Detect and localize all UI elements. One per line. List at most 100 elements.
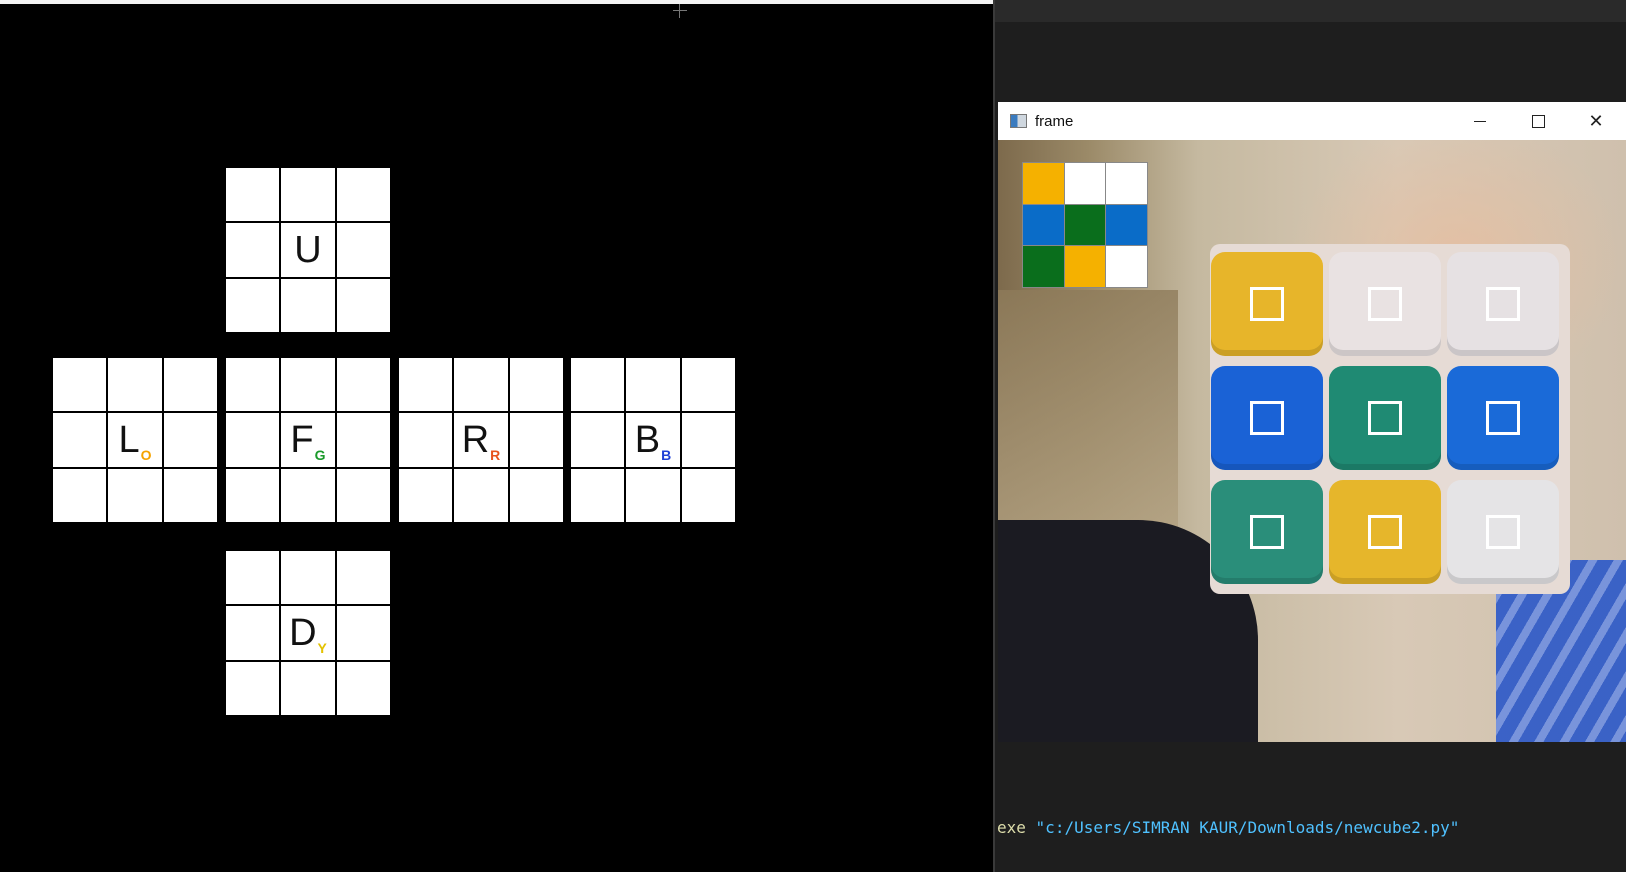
facelet (399, 468, 453, 522)
facelet (226, 223, 280, 277)
detection-marker (1250, 287, 1284, 321)
facelet (281, 358, 335, 412)
facelet: DY (281, 606, 335, 660)
facelet (399, 358, 453, 412)
app-icon (1010, 114, 1027, 128)
facelet (336, 661, 390, 715)
facelet: FG (281, 413, 335, 467)
detected-color-cell (1023, 204, 1064, 246)
facelet (571, 358, 625, 412)
detected-color-cell (1064, 163, 1106, 204)
facelet (281, 278, 335, 332)
facelet (226, 468, 280, 522)
face-color-letter: B (661, 446, 672, 463)
detected-color-cell (1064, 246, 1106, 287)
face-f: FG (226, 358, 390, 522)
facelet: BB (626, 413, 680, 467)
face-label: U (294, 231, 321, 269)
detected-color-cell (1064, 204, 1106, 246)
facelet (571, 413, 625, 467)
facelet (226, 606, 280, 660)
window-title: frame (1035, 112, 1074, 130)
editor-tab-bar (995, 0, 1626, 22)
facelet (336, 468, 390, 522)
maximize-icon (1531, 114, 1545, 128)
facelet (53, 358, 107, 412)
facelet (163, 358, 217, 412)
facelet (336, 413, 390, 467)
facelet: LO (108, 413, 162, 467)
cube-sticker (1447, 252, 1559, 356)
facelet (281, 661, 335, 715)
face-label: BB (634, 418, 672, 463)
facelet (399, 413, 453, 467)
facelet (681, 413, 735, 467)
cube-sticker (1211, 366, 1323, 470)
face-color-letter: O (140, 446, 152, 463)
facelet (681, 468, 735, 522)
face-d: DY (226, 551, 390, 715)
cube-sticker (1211, 252, 1323, 356)
face-letter: L (118, 418, 140, 461)
facelet: RR (454, 413, 508, 467)
facelet (108, 358, 162, 412)
frame-titlebar[interactable]: frame ✕ (998, 102, 1626, 140)
detected-color-cell (1106, 204, 1147, 246)
frame-window: frame ✕ (998, 102, 1626, 742)
cube-sticker (1447, 480, 1559, 584)
cube-sticker (1447, 366, 1559, 470)
face-letter: U (294, 228, 322, 271)
facelet (336, 223, 390, 277)
facelet (509, 358, 563, 412)
detection-marker (1250, 401, 1284, 435)
facelet (336, 606, 390, 660)
cube-sticker (1329, 366, 1441, 470)
face-letter: D (289, 611, 317, 654)
maximize-button[interactable] (1518, 106, 1558, 136)
facelet (53, 468, 107, 522)
terminal-script-path: "c:/Users/SIMRAN KAUR/Downloads/newcube2… (1035, 818, 1460, 837)
detected-color-cell (1106, 163, 1147, 204)
facelet (571, 468, 625, 522)
face-l: LO (53, 358, 217, 522)
facelet (336, 278, 390, 332)
detection-marker (1368, 515, 1402, 549)
crosshair-cursor-icon (673, 4, 687, 18)
face-r: RR (399, 358, 563, 522)
cube-map-window: U LO FG RR BB DY (0, 0, 993, 872)
detection-marker (1486, 515, 1520, 549)
facelet (509, 413, 563, 467)
face-b: BB (571, 358, 735, 522)
face-color-letter: Y (317, 639, 327, 656)
facelet (226, 551, 280, 605)
facelet (336, 358, 390, 412)
facelet (454, 358, 508, 412)
detected-color-cell (1023, 163, 1064, 204)
face-u: U (226, 168, 390, 332)
facelet (681, 358, 735, 412)
facelet (163, 413, 217, 467)
minimize-button[interactable] (1460, 106, 1500, 136)
facelet (281, 468, 335, 522)
face-letter: B (634, 418, 661, 461)
detection-marker (1368, 401, 1402, 435)
facelet (108, 468, 162, 522)
cube-sticker (1211, 480, 1323, 584)
face-label: RR (462, 421, 501, 462)
facelet (626, 468, 680, 522)
facelet (336, 168, 390, 222)
terminal-command: exe "c:/Users/SIMRAN KAUR/Downloads/newc… (997, 818, 1459, 837)
facelet (454, 468, 508, 522)
facelet (226, 278, 280, 332)
face-label: DY (289, 611, 327, 656)
facelet (281, 168, 335, 222)
terminal-exe-text: exe (997, 818, 1026, 837)
detected-color-cell (1106, 246, 1147, 287)
cube-sticker (1329, 252, 1441, 356)
close-button[interactable]: ✕ (1576, 106, 1616, 136)
facelet (336, 551, 390, 605)
face-label: LO (118, 418, 152, 463)
facelet (226, 661, 280, 715)
detected-colors-preview (1022, 162, 1148, 288)
camera-feed (998, 140, 1626, 742)
